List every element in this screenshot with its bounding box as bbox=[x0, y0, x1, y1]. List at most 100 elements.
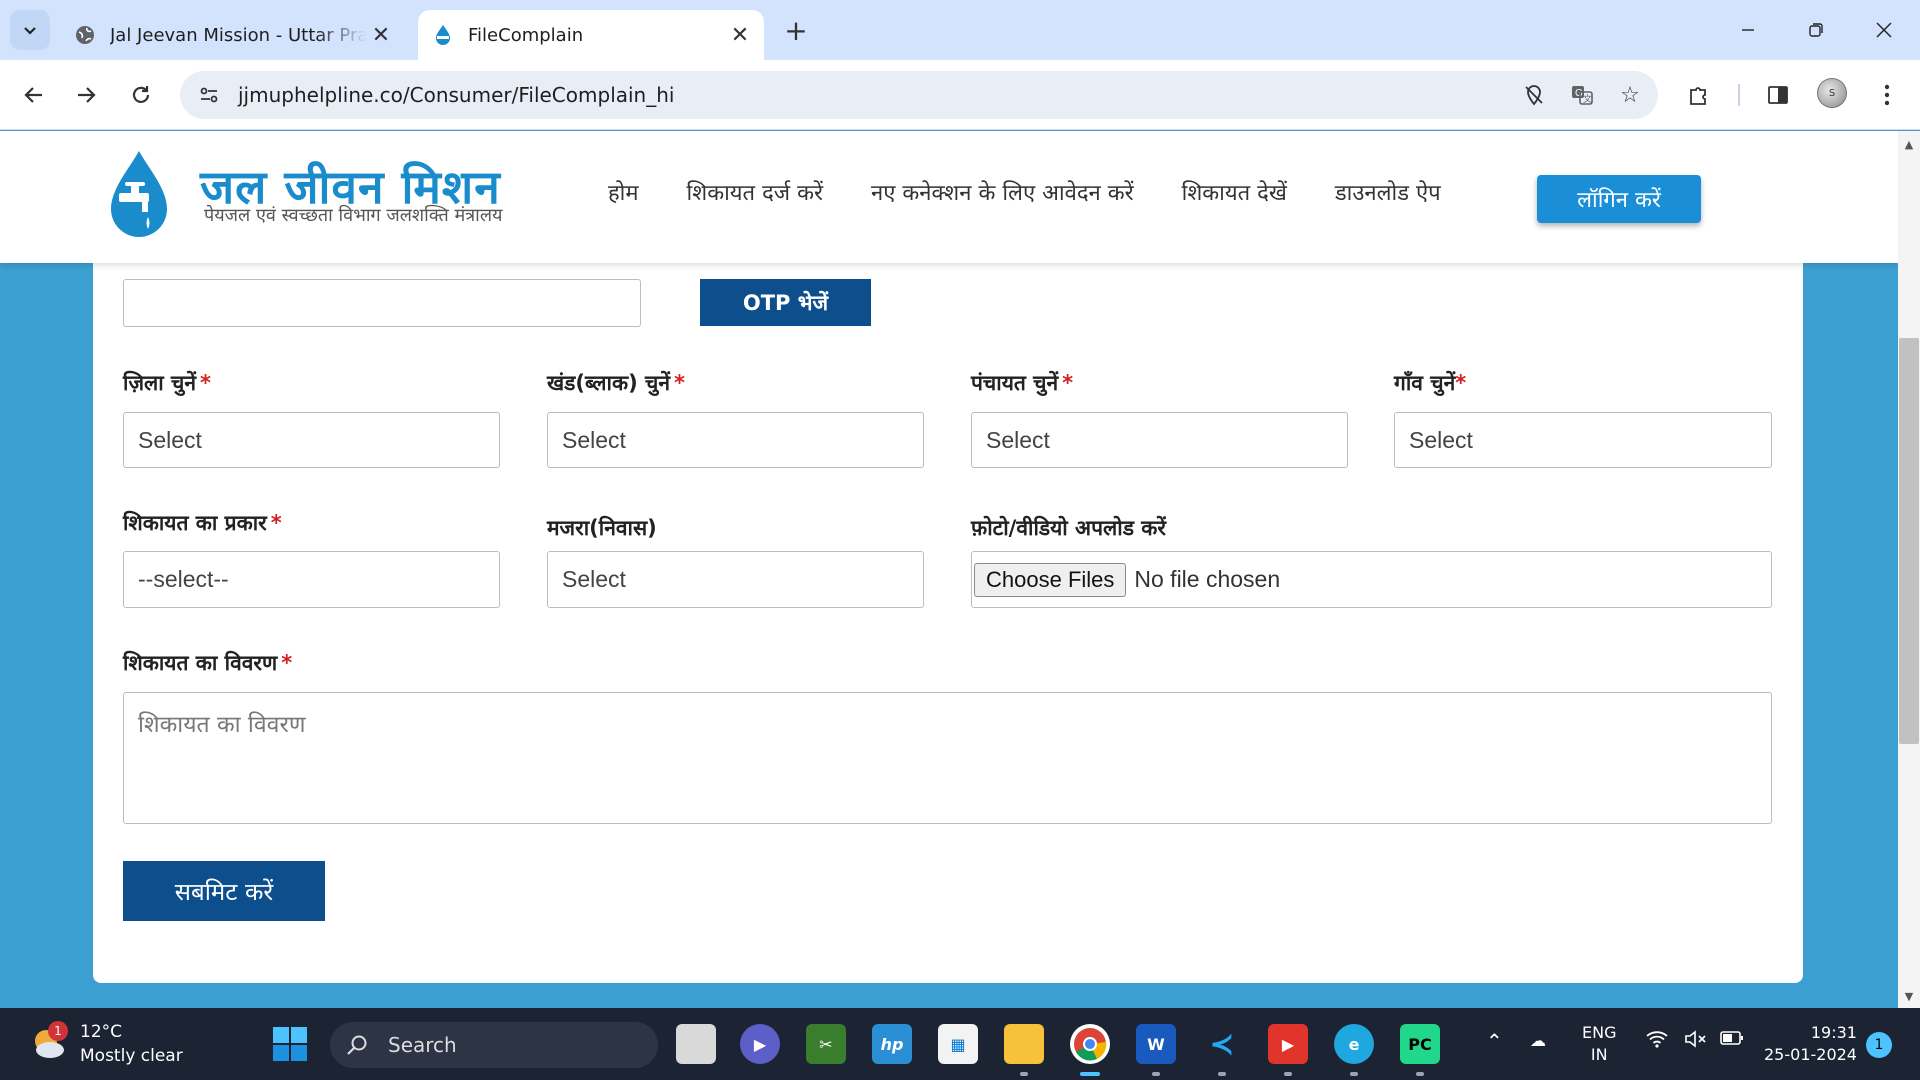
block-select[interactable]: Select bbox=[547, 412, 924, 468]
complaint-type-select[interactable]: --select-- bbox=[123, 551, 500, 608]
language-code: ENG bbox=[1582, 1023, 1617, 1042]
complaint-type-label: शिकायत का प्रकार * bbox=[123, 509, 282, 537]
back-button[interactable] bbox=[14, 75, 54, 115]
vscode-icon[interactable]: ≺ bbox=[1202, 1024, 1242, 1064]
url-text[interactable]: jjmuphelpline.co/Consumer/FileComplain_h… bbox=[238, 83, 1514, 107]
close-tab-icon[interactable]: ✕ bbox=[726, 21, 754, 49]
majra-label: मजरा(निवास) bbox=[547, 516, 657, 540]
arrow-right-icon bbox=[78, 87, 96, 103]
file-upload-input[interactable]: Choose Files No file chosen bbox=[971, 551, 1772, 608]
restore-button[interactable] bbox=[1796, 10, 1836, 50]
district-label: ज़िला चुनें * bbox=[123, 369, 211, 397]
browser-menu-button[interactable] bbox=[1867, 75, 1907, 115]
close-tab-icon[interactable]: ✕ bbox=[367, 21, 395, 49]
onedrive-icon[interactable]: ☁ bbox=[1530, 1030, 1546, 1052]
tab-filecomplain[interactable]: FileComplain ✕ bbox=[418, 10, 764, 60]
battery-icon[interactable] bbox=[1720, 1030, 1744, 1052]
minimize-button[interactable] bbox=[1728, 10, 1768, 50]
location-off-icon[interactable] bbox=[1514, 75, 1554, 115]
description-textarea[interactable]: शिकायत का विवरण bbox=[123, 692, 1772, 824]
chrome-icon[interactable] bbox=[1070, 1024, 1110, 1064]
tab-title: FileComplain bbox=[468, 24, 584, 46]
active-indicator bbox=[1080, 1072, 1100, 1076]
wifi-icon[interactable] bbox=[1646, 1030, 1668, 1054]
new-tab-button[interactable]: + bbox=[780, 14, 812, 47]
myhp-icon[interactable]: hp bbox=[872, 1024, 912, 1064]
required-asterisk: * bbox=[1062, 371, 1074, 395]
send-otp-button[interactable]: OTP भेजें bbox=[700, 279, 871, 326]
scroll-up-arrow[interactable]: ▲ bbox=[1898, 134, 1920, 154]
snipping-tool-icon[interactable]: ✂ bbox=[806, 1024, 846, 1064]
page-viewport: जल जीवन मिशन पेयजल एवं स्वच्छता विभाग जल… bbox=[0, 131, 1898, 1008]
svg-text:文: 文 bbox=[1583, 93, 1592, 104]
water-drop-icon bbox=[432, 24, 454, 46]
more-vert-icon bbox=[1884, 84, 1890, 106]
file-explorer-icon[interactable] bbox=[1004, 1024, 1044, 1064]
reload-icon bbox=[132, 86, 150, 103]
close-icon bbox=[1876, 22, 1892, 38]
extensions-button[interactable] bbox=[1679, 75, 1719, 115]
site-settings-icon[interactable] bbox=[194, 80, 224, 110]
village-label-text: गाँव चुनें bbox=[1394, 371, 1456, 395]
running-indicator bbox=[1416, 1072, 1424, 1076]
district-select[interactable]: Select bbox=[123, 412, 500, 468]
volume-muted-icon[interactable] bbox=[1684, 1030, 1708, 1054]
language-indicator[interactable]: ENG IN bbox=[1582, 1022, 1616, 1066]
required-asterisk: * bbox=[1455, 371, 1467, 395]
microsoft-store-icon[interactable]: ▦ bbox=[938, 1024, 978, 1064]
translate-icon[interactable]: G文 bbox=[1562, 75, 1602, 115]
side-panel-button[interactable] bbox=[1758, 75, 1798, 115]
svg-text:G: G bbox=[1575, 88, 1583, 99]
profile-avatar[interactable]: S bbox=[1817, 78, 1847, 108]
scroll-down-arrow[interactable]: ▼ bbox=[1898, 986, 1920, 1006]
site-navigation: होम शिकायत दर्ज करें नए कनेक्शन के लिए आ… bbox=[608, 177, 1441, 207]
task-view-icon[interactable] bbox=[676, 1024, 716, 1064]
notification-badge[interactable]: 1 bbox=[1866, 1032, 1892, 1058]
clock[interactable]: 19:31 25-01-2024 bbox=[1764, 1022, 1857, 1066]
pycharm-icon[interactable]: PC bbox=[1400, 1024, 1440, 1064]
tab-jal-jeevan-mission[interactable]: Jal Jeevan Mission - Uttar Pradesh ✕ bbox=[60, 10, 405, 60]
scrollbar-thumb[interactable] bbox=[1899, 338, 1919, 744]
running-indicator bbox=[1350, 1072, 1358, 1076]
media-player-icon[interactable]: ▶ bbox=[1268, 1024, 1308, 1064]
forward-button[interactable] bbox=[66, 75, 106, 115]
nav-new-connection[interactable]: नए कनेक्शन के लिए आवेदन करें bbox=[871, 177, 1134, 207]
restore-icon bbox=[1809, 23, 1823, 37]
majra-select[interactable]: Select bbox=[547, 551, 924, 608]
weather-temp: 12°C bbox=[80, 1022, 123, 1042]
chevron-up-icon[interactable]: ⌃ bbox=[1486, 1030, 1503, 1052]
description-label: शिकायत का विवरण * bbox=[123, 649, 292, 677]
weather-widget[interactable]: 1 12°C Mostly clear bbox=[30, 1020, 183, 1068]
puzzle-icon bbox=[1690, 87, 1706, 105]
browser-toolbar: jjmuphelpline.co/Consumer/FileComplain_h… bbox=[0, 60, 1920, 130]
panchayat-select[interactable]: Select bbox=[971, 412, 1348, 468]
taskbar-search[interactable]: Search bbox=[330, 1022, 658, 1068]
login-button[interactable]: लॉगिन करें bbox=[1537, 175, 1701, 223]
bookmark-star-icon[interactable]: ☆ bbox=[1610, 75, 1650, 115]
nav-home[interactable]: होम bbox=[608, 177, 639, 207]
upload-label: फ़ोटो/वीडियो अपलोड करें bbox=[971, 516, 1166, 540]
teams-chat-icon[interactable]: ▶ bbox=[740, 1024, 780, 1064]
choose-files-button[interactable]: Choose Files bbox=[974, 562, 1127, 597]
submit-button[interactable]: सबमिट करें bbox=[123, 861, 325, 921]
arrow-left-icon bbox=[24, 87, 42, 103]
district-label-text: ज़िला चुनें bbox=[123, 371, 196, 395]
required-asterisk: * bbox=[200, 371, 211, 395]
nav-download-app[interactable]: डाउनलोड ऐप bbox=[1335, 177, 1441, 207]
windows-start-icon[interactable] bbox=[272, 1026, 308, 1062]
edge-icon[interactable]: e bbox=[1334, 1024, 1374, 1064]
search-label: Search bbox=[388, 1033, 457, 1057]
word-icon[interactable]: W bbox=[1136, 1024, 1176, 1064]
address-bar[interactable]: jjmuphelpline.co/Consumer/FileComplain_h… bbox=[180, 71, 1658, 119]
nav-file-complaint[interactable]: शिकायत दर्ज करें bbox=[687, 177, 823, 207]
tab-search-button[interactable] bbox=[10, 10, 50, 50]
running-indicator bbox=[1284, 1072, 1292, 1076]
file-status-text: No file chosen bbox=[1134, 566, 1281, 592]
browser-tab-strip: Jal Jeevan Mission - Uttar Pradesh ✕ Fil… bbox=[0, 0, 1920, 60]
window-close-button[interactable] bbox=[1864, 10, 1904, 50]
reload-button[interactable] bbox=[121, 75, 161, 115]
running-indicator bbox=[1218, 1072, 1226, 1076]
mobile-number-input[interactable] bbox=[123, 279, 641, 327]
village-select[interactable]: Select bbox=[1394, 412, 1772, 468]
nav-view-complaint[interactable]: शिकायत देखें bbox=[1182, 177, 1287, 207]
